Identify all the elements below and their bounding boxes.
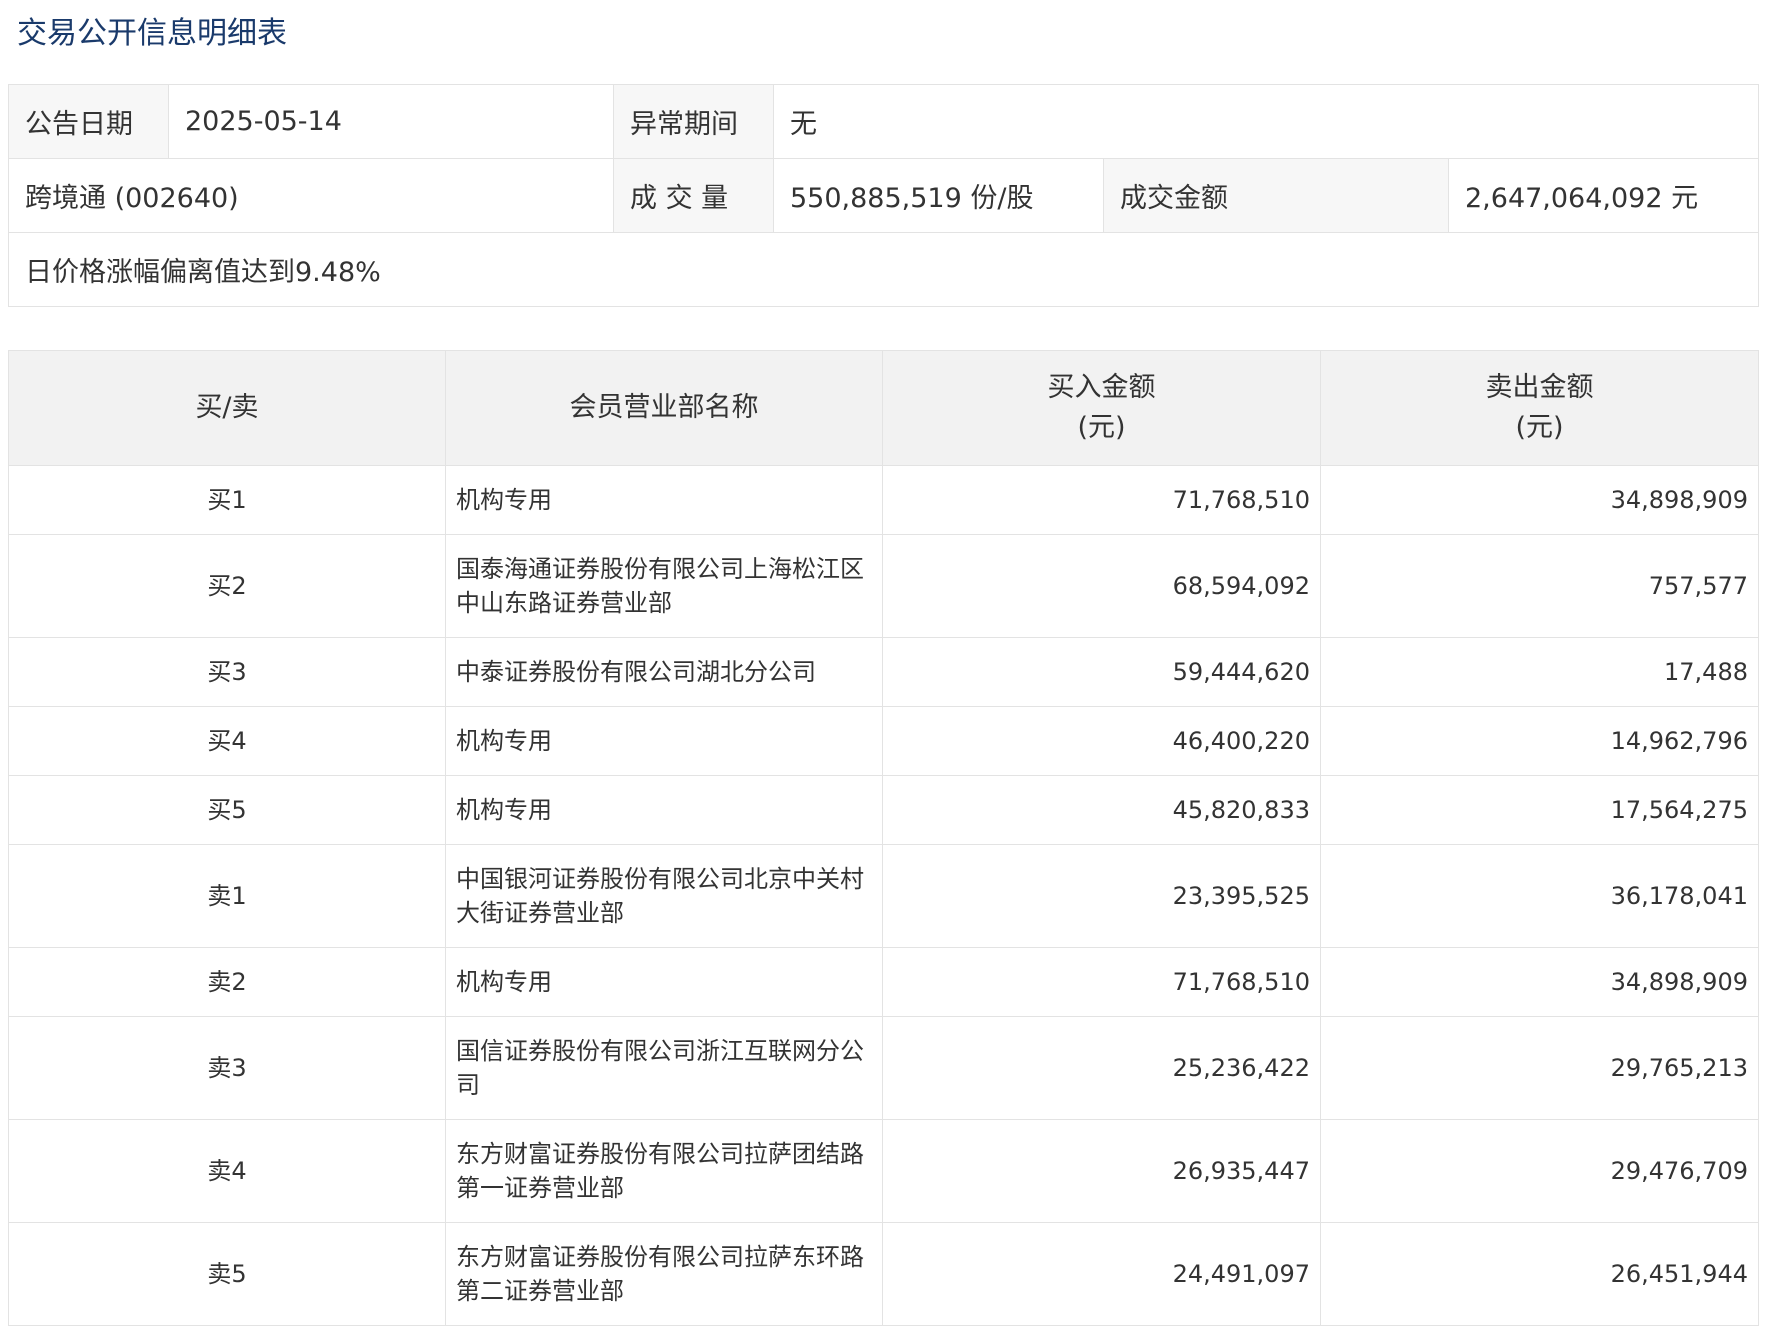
- table-row: 买5 机构专用 45,820,833 17,564,275: [8, 775, 1759, 845]
- row-dept: 机构专用: [445, 465, 883, 535]
- row-dept: 中国银河证券股份有限公司北京中关村大街证券营业部: [445, 844, 883, 948]
- volume-value: 550,885,519 份/股: [773, 158, 1104, 233]
- table-row: 卖3 国信证券股份有限公司浙江互联网分公司 25,236,422 29,765,…: [8, 1016, 1759, 1120]
- header-sell-amount-unit: (元): [1515, 412, 1564, 443]
- row-buy-amount: 46,400,220: [882, 706, 1321, 776]
- row-buy-amount: 71,768,510: [882, 465, 1321, 535]
- row-sell-amount: 29,476,709: [1320, 1119, 1759, 1223]
- table-row: 卖5 东方财富证券股份有限公司拉萨东环路第二证券营业部 24,491,097 2…: [8, 1222, 1759, 1326]
- row-sell-amount: 34,898,909: [1320, 947, 1759, 1017]
- row-side: 卖1: [8, 844, 446, 948]
- row-side: 卖4: [8, 1119, 446, 1223]
- row-side: 卖3: [8, 1016, 446, 1120]
- table-row: 买4 机构专用 46,400,220 14,962,796: [8, 706, 1759, 776]
- info-table: 公告日期 2025-05-14 异常期间 无 跨境通 (002640) 成 交 …: [8, 84, 1759, 307]
- stock-name: 跨境通 (002640): [8, 158, 614, 233]
- info-row-date: 公告日期 2025-05-14 异常期间 无: [8, 84, 1759, 159]
- table-row: 买3 中泰证券股份有限公司湖北分公司 59,444,620 17,488: [8, 637, 1759, 707]
- row-sell-amount: 29,765,213: [1320, 1016, 1759, 1120]
- row-side: 买3: [8, 637, 446, 707]
- header-buy-amount: 买入金额 (元): [882, 350, 1321, 466]
- table-row: 卖1 中国银河证券股份有限公司北京中关村大街证券营业部 23,395,525 3…: [8, 844, 1759, 948]
- table-row: 买1 机构专用 71,768,510 34,898,909: [8, 465, 1759, 535]
- row-buy-amount: 26,935,447: [882, 1119, 1321, 1223]
- row-side: 买1: [8, 465, 446, 535]
- trade-table: 买/卖 会员营业部名称 买入金额 (元) 卖出金额 (元) 买1 机构专用 71…: [8, 350, 1759, 1326]
- row-dept: 国信证券股份有限公司浙江互联网分公司: [445, 1016, 883, 1120]
- row-side: 买4: [8, 706, 446, 776]
- volume-label: 成 交 量: [613, 158, 774, 233]
- announce-date-value: 2025-05-14: [168, 84, 614, 159]
- row-side: 买2: [8, 534, 446, 638]
- reason-text: 日价格涨幅偏离值达到9.48%: [8, 232, 1759, 307]
- info-row-volume: 跨境通 (002640) 成 交 量 550,885,519 份/股 成交金额 …: [8, 158, 1759, 233]
- amount-label: 成交金额: [1103, 158, 1449, 233]
- abnormal-period-label: 异常期间: [613, 84, 774, 159]
- header-sell-amount-label: 卖出金额: [1485, 372, 1594, 403]
- row-buy-amount: 68,594,092: [882, 534, 1321, 638]
- amount-value: 2,647,064,092 元: [1448, 158, 1759, 233]
- row-buy-amount: 71,768,510: [882, 947, 1321, 1017]
- row-dept: 东方财富证券股份有限公司拉萨东环路第二证券营业部: [445, 1222, 883, 1326]
- page-title: 交易公开信息明细表: [17, 16, 287, 51]
- header-side: 买/卖: [8, 350, 446, 466]
- row-sell-amount: 36,178,041: [1320, 844, 1759, 948]
- row-buy-amount: 23,395,525: [882, 844, 1321, 948]
- header-dept: 会员营业部名称: [445, 350, 883, 466]
- row-dept: 东方财富证券股份有限公司拉萨团结路第一证券营业部: [445, 1119, 883, 1223]
- table-row: 卖2 机构专用 71,768,510 34,898,909: [8, 947, 1759, 1017]
- announce-date-label: 公告日期: [8, 84, 169, 159]
- row-buy-amount: 24,491,097: [882, 1222, 1321, 1326]
- row-sell-amount: 34,898,909: [1320, 465, 1759, 535]
- row-dept: 国泰海通证券股份有限公司上海松江区中山东路证券营业部: [445, 534, 883, 638]
- row-buy-amount: 45,820,833: [882, 775, 1321, 845]
- row-dept: 中泰证券股份有限公司湖北分公司: [445, 637, 883, 707]
- row-buy-amount: 25,236,422: [882, 1016, 1321, 1120]
- row-side: 卖2: [8, 947, 446, 1017]
- row-side: 卖5: [8, 1222, 446, 1326]
- header-buy-amount-unit: (元): [1077, 412, 1126, 443]
- row-side: 买5: [8, 775, 446, 845]
- row-dept: 机构专用: [445, 706, 883, 776]
- header-buy-amount-label: 买入金额: [1047, 372, 1156, 403]
- row-sell-amount: 757,577: [1320, 534, 1759, 638]
- row-sell-amount: 17,488: [1320, 637, 1759, 707]
- row-sell-amount: 14,962,796: [1320, 706, 1759, 776]
- info-row-reason: 日价格涨幅偏离值达到9.48%: [8, 232, 1759, 307]
- row-buy-amount: 59,444,620: [882, 637, 1321, 707]
- header-sell-amount: 卖出金额 (元): [1320, 350, 1759, 466]
- table-row: 卖4 东方财富证券股份有限公司拉萨团结路第一证券营业部 26,935,447 2…: [8, 1119, 1759, 1223]
- row-dept: 机构专用: [445, 775, 883, 845]
- table-row: 买2 国泰海通证券股份有限公司上海松江区中山东路证券营业部 68,594,092…: [8, 534, 1759, 638]
- row-sell-amount: 26,451,944: [1320, 1222, 1759, 1326]
- row-dept: 机构专用: [445, 947, 883, 1017]
- row-sell-amount: 17,564,275: [1320, 775, 1759, 845]
- abnormal-period-value: 无: [773, 84, 1759, 159]
- trade-table-header: 买/卖 会员营业部名称 买入金额 (元) 卖出金额 (元): [8, 350, 1759, 466]
